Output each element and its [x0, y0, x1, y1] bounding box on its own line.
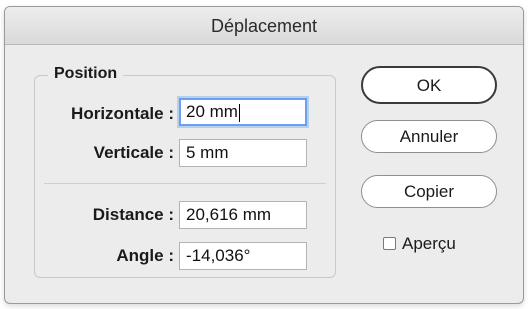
cancel-button[interactable]: Annuler	[361, 120, 497, 153]
preview-checkbox-row[interactable]: Aperçu	[383, 233, 456, 255]
angle-input[interactable]: -14,036°	[179, 242, 307, 270]
ok-button[interactable]: OK	[361, 66, 497, 104]
horizontal-label: Horizontale :	[71, 104, 174, 123]
horizontal-value: 20 mm	[186, 102, 238, 121]
preview-checkbox[interactable]	[383, 237, 396, 250]
dialog-title: Déplacement	[210, 16, 318, 36]
angle-label: Angle :	[116, 246, 174, 265]
distance-value: 20,616 mm	[186, 205, 272, 224]
vertical-value: 5 mm	[186, 143, 229, 162]
vertical-label: Verticale :	[93, 143, 174, 162]
preview-label: Aperçu	[402, 234, 456, 253]
position-group-legend: Position	[48, 63, 124, 85]
horizontal-input[interactable]: 20 mm	[179, 98, 307, 126]
title-bar[interactable]: Déplacement	[5, 7, 523, 45]
angle-value: -14,036°	[186, 246, 251, 265]
group-separator	[44, 183, 326, 184]
copy-button[interactable]: Copier	[361, 175, 497, 208]
distance-label: Distance :	[92, 205, 174, 224]
distance-input[interactable]: 20,616 mm	[179, 201, 307, 229]
vertical-input[interactable]: 5 mm	[179, 139, 307, 167]
text-caret	[238, 103, 240, 122]
